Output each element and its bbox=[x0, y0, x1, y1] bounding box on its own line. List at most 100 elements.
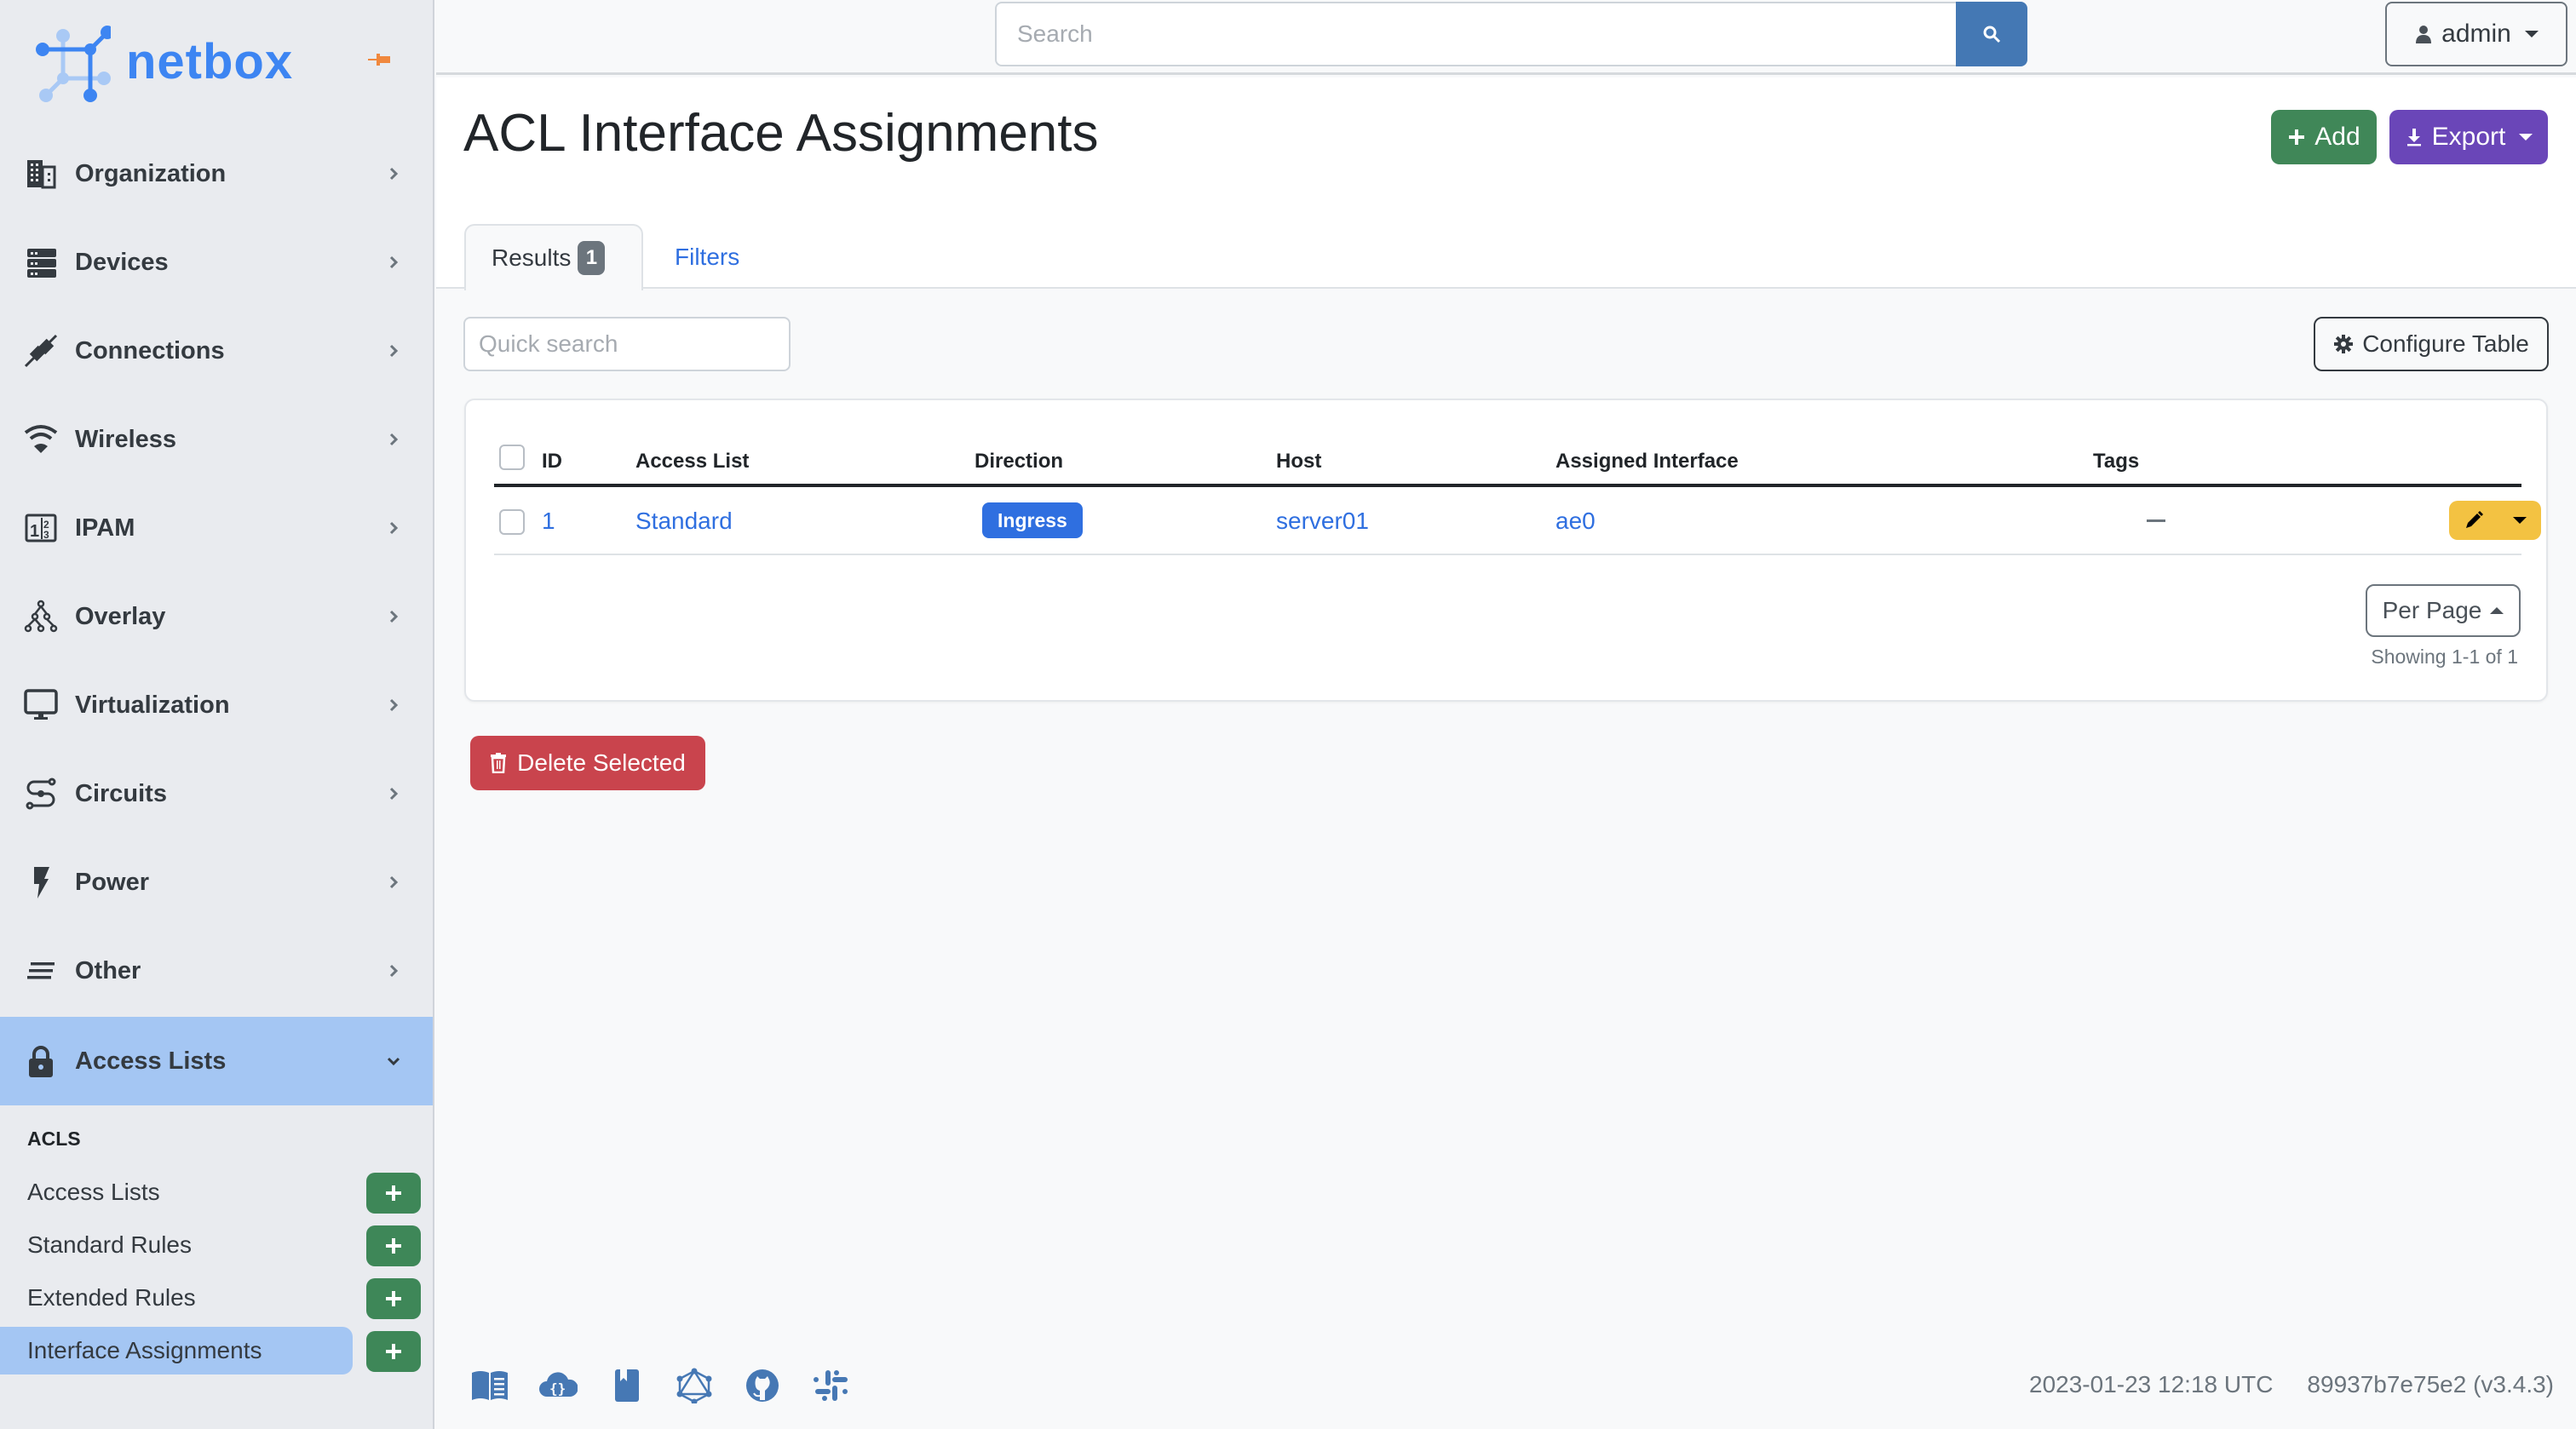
chevron-right-icon bbox=[389, 698, 399, 712]
download-icon bbox=[2406, 129, 2421, 146]
column-header-assigned-interface[interactable]: Assigned Interface bbox=[1555, 450, 1739, 473]
tab-results[interactable]: Results 1 bbox=[464, 224, 643, 290]
sidebar-item-label: Circuits bbox=[75, 779, 167, 807]
caret-down-icon bbox=[2524, 31, 2539, 37]
column-header-direction[interactable]: Direction bbox=[975, 450, 1063, 473]
wiki-link[interactable] bbox=[607, 1368, 646, 1403]
sidebar-subitem-interface-assignments[interactable]: Interface Assignments bbox=[0, 1327, 353, 1374]
access-list-link[interactable]: Standard bbox=[635, 508, 733, 535]
svg-text:3: 3 bbox=[43, 529, 49, 541]
transit-icon bbox=[24, 777, 58, 811]
gear-icon bbox=[2334, 335, 2354, 353]
column-header-id[interactable]: ID bbox=[542, 450, 562, 473]
add-access-list-button[interactable] bbox=[366, 1173, 421, 1214]
sidebar-item-ipam[interactable]: 123 IPAM bbox=[0, 484, 433, 572]
row-actions-dropdown[interactable] bbox=[2498, 501, 2541, 540]
select-all-checkbox[interactable] bbox=[499, 445, 525, 470]
column-header-host[interactable]: Host bbox=[1276, 450, 1321, 473]
global-search bbox=[995, 2, 2027, 66]
graphql-link[interactable] bbox=[675, 1368, 714, 1403]
slack-link[interactable] bbox=[811, 1368, 850, 1403]
github-icon bbox=[746, 1369, 779, 1402]
footer-version: 89937b7e75e2 (v3.4.3) bbox=[2307, 1371, 2554, 1397]
row-select-checkbox[interactable] bbox=[499, 509, 525, 535]
plus-icon bbox=[386, 1185, 401, 1201]
configure-table-button[interactable]: Configure Table bbox=[2314, 317, 2549, 371]
brand-name: netbox bbox=[126, 33, 294, 89]
sidebar-item-overlay[interactable]: Overlay bbox=[0, 572, 433, 661]
sidebar-item-organization[interactable]: Organization bbox=[0, 129, 433, 218]
delete-selected-button[interactable]: Delete Selected bbox=[470, 736, 705, 790]
sidebar-subitem-label: Access Lists bbox=[27, 1179, 160, 1205]
add-label: Add bbox=[2314, 123, 2360, 151]
sidebar-item-devices[interactable]: Devices bbox=[0, 218, 433, 307]
tab-filters[interactable]: Filters bbox=[675, 224, 739, 290]
search-button[interactable] bbox=[1956, 2, 2027, 66]
plus-icon bbox=[386, 1291, 401, 1306]
column-header-tags[interactable]: Tags bbox=[2093, 450, 2139, 473]
user-name: admin bbox=[2441, 20, 2511, 48]
export-button[interactable]: Export bbox=[2389, 110, 2548, 164]
flash-icon bbox=[24, 865, 58, 899]
edit-button[interactable] bbox=[2449, 501, 2498, 540]
tab-label: Filters bbox=[675, 244, 740, 270]
chevron-right-icon bbox=[389, 167, 399, 181]
chevron-right-icon bbox=[389, 521, 399, 535]
pin-icon[interactable] bbox=[368, 51, 392, 68]
export-label: Export bbox=[2431, 123, 2506, 151]
sidebar-subitem-extended-rules[interactable]: Extended Rules bbox=[0, 1274, 353, 1322]
add-standard-rule-button[interactable] bbox=[366, 1225, 421, 1266]
sidebar-subitem-label: Standard Rules bbox=[27, 1231, 193, 1258]
sidebar-item-label: Overlay bbox=[75, 602, 166, 630]
docs-link[interactable] bbox=[470, 1368, 509, 1403]
sidebar-item-other[interactable]: Other bbox=[0, 927, 433, 1015]
results-count-badge: 1 bbox=[578, 241, 606, 275]
sidebar-subitem-standard-rules[interactable]: Standard Rules bbox=[0, 1221, 353, 1269]
add-button[interactable]: Add bbox=[2271, 110, 2377, 164]
per-page-dropdown[interactable]: Per Page bbox=[2366, 584, 2521, 637]
chevron-right-icon bbox=[389, 875, 399, 889]
sidebar-item-connections[interactable]: Connections bbox=[0, 307, 433, 395]
user-menu-button[interactable]: admin bbox=[2385, 2, 2567, 66]
tags-empty-placeholder bbox=[2147, 519, 2165, 522]
plus-icon bbox=[386, 1238, 401, 1254]
sidebar-subitem-access-lists[interactable]: Access Lists bbox=[0, 1168, 353, 1216]
search-input[interactable] bbox=[995, 2, 1956, 66]
table-row: 1 Standard Ingress server01 ae0 bbox=[494, 487, 2541, 555]
graph-icon bbox=[24, 600, 58, 634]
sidebar-item-label: IPAM bbox=[75, 514, 135, 542]
sidebar-item-label: Other bbox=[75, 956, 141, 984]
plus-icon bbox=[2289, 129, 2305, 145]
brand-logo[interactable]: netbox bbox=[26, 20, 293, 102]
api-link[interactable]: {} bbox=[538, 1368, 578, 1403]
column-header-access-list[interactable]: Access List bbox=[635, 450, 749, 473]
sidebar-item-virtualization[interactable]: Virtualization bbox=[0, 661, 433, 749]
sidebar-item-power[interactable]: Power bbox=[0, 838, 433, 927]
sidebar-item-wireless[interactable]: Wireless bbox=[0, 395, 433, 484]
row-id-link[interactable]: 1 bbox=[542, 508, 555, 535]
bookmark-book-icon bbox=[615, 1369, 639, 1402]
sidebar-item-access-lists[interactable]: Access Lists bbox=[0, 1017, 433, 1105]
trash-icon bbox=[491, 753, 507, 773]
building-icon bbox=[24, 157, 58, 191]
direction-badge: Ingress bbox=[982, 502, 1083, 538]
sidebar-subitem-label: Interface Assignments bbox=[27, 1337, 262, 1363]
notes-icon bbox=[24, 954, 58, 988]
configure-table-label: Configure Table bbox=[2362, 330, 2529, 357]
docs-icon bbox=[472, 1371, 508, 1400]
chevron-right-icon bbox=[389, 255, 399, 269]
github-link[interactable] bbox=[743, 1368, 782, 1403]
pencil-icon bbox=[2466, 511, 2483, 528]
host-link[interactable]: server01 bbox=[1276, 508, 1369, 535]
page-title: ACL Interface Assignments bbox=[463, 104, 1099, 163]
wifi-icon bbox=[24, 422, 58, 456]
add-extended-rule-button[interactable] bbox=[366, 1278, 421, 1319]
monitor-icon bbox=[24, 688, 58, 722]
svg-text:1: 1 bbox=[30, 522, 39, 541]
sidebar-item-label: Virtualization bbox=[75, 691, 230, 719]
quick-search-input[interactable] bbox=[463, 317, 791, 371]
sidebar-item-circuits[interactable]: Circuits bbox=[0, 749, 433, 838]
chevron-right-icon bbox=[389, 610, 399, 623]
interface-link[interactable]: ae0 bbox=[1555, 508, 1596, 535]
add-interface-assignment-button[interactable] bbox=[366, 1331, 421, 1372]
